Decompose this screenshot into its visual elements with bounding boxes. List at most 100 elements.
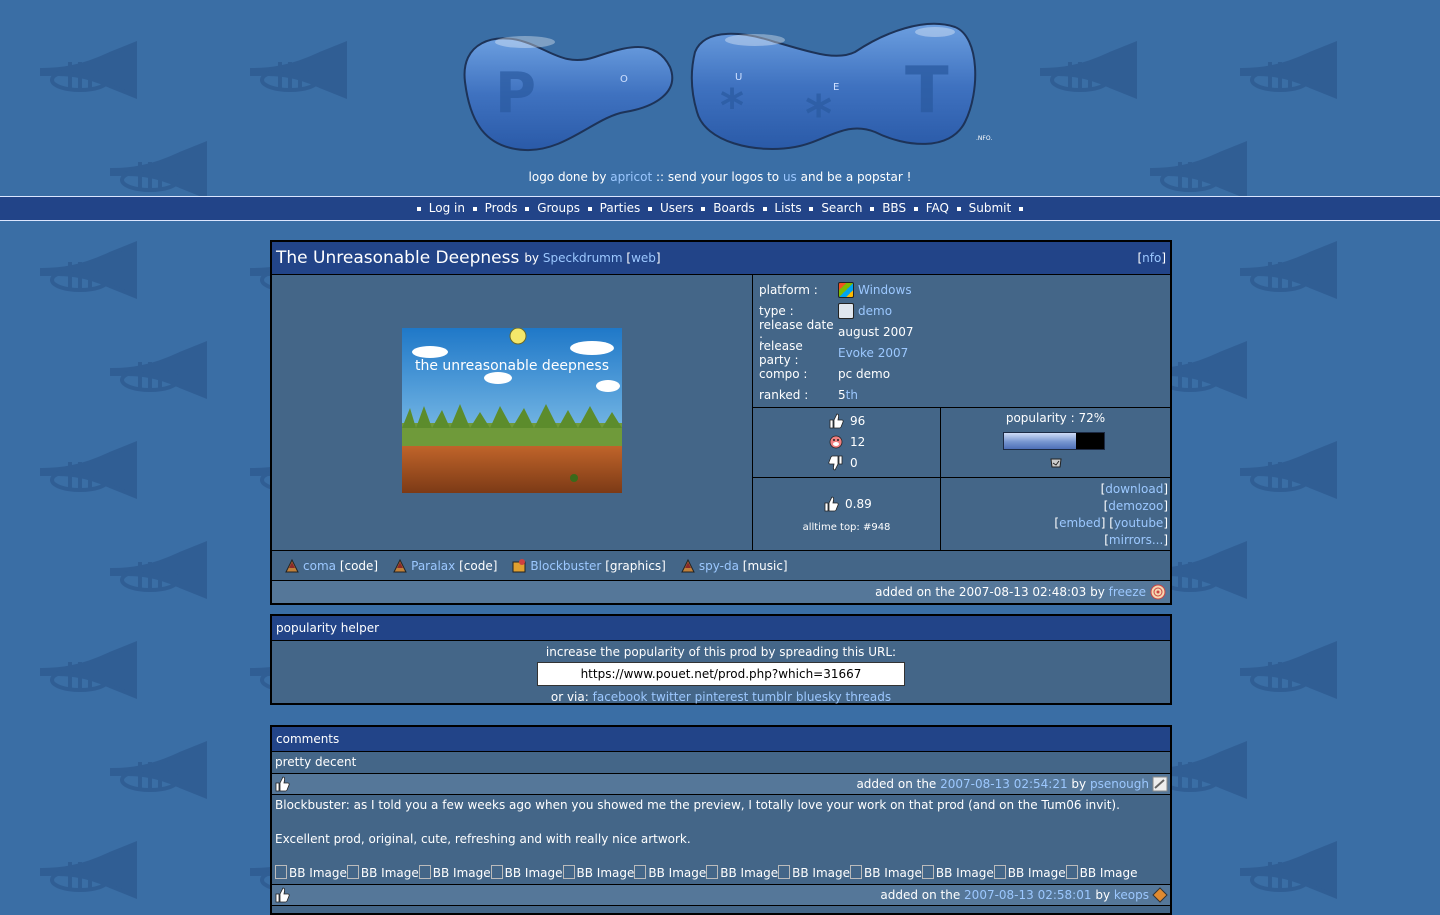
- alltime-rank: alltime top: #948: [802, 522, 891, 533]
- svg-text:O: O: [620, 74, 628, 85]
- average-value: 0.89: [845, 497, 872, 511]
- votes-cell: 96 12 0: [753, 408, 941, 478]
- release-date-value: august 2007: [838, 324, 914, 339]
- logo-caption: logo done by apricot :: send your logos …: [0, 170, 1440, 184]
- nav-login[interactable]: Log in: [429, 201, 465, 215]
- svg-text:T: T: [905, 54, 949, 128]
- prod-header: The Unreasonable Deepness by Speckdrumm …: [272, 242, 1170, 275]
- prod-info-table: platform : Windows type : demo release d…: [753, 275, 1170, 408]
- nav-bullet: [587, 206, 592, 211]
- share-bluesky-link[interactable]: bluesky: [796, 690, 842, 704]
- share-twitter-link[interactable]: twitter: [651, 690, 691, 704]
- nav-faq[interactable]: FAQ: [926, 201, 949, 215]
- prod-title: The Unreasonable Deepness: [276, 248, 520, 268]
- info-value: demo: [838, 302, 892, 319]
- rulez-count: 96: [850, 414, 866, 428]
- download-link[interactable]: download: [1105, 482, 1163, 496]
- share-url-field[interactable]: [537, 662, 905, 686]
- nfo-link[interactable]: nfo: [1142, 251, 1161, 265]
- info-label: type :: [759, 303, 794, 318]
- nav-bbs[interactable]: BBS: [882, 201, 906, 215]
- average-rating: 0.89: [823, 496, 872, 512]
- added-by-user-link[interactable]: freeze: [1109, 585, 1146, 599]
- nfo-wrapper: [nfo]: [1137, 251, 1166, 265]
- info-label: release party :: [759, 338, 803, 367]
- link-row: [download]: [1100, 482, 1168, 496]
- share-via-label: or via:: [550, 690, 589, 704]
- svg-text:.NFO.: .NFO.: [976, 135, 992, 142]
- screenshot-cell: the unreasonable deepness: [272, 275, 753, 550]
- broken-image: BB Image: [706, 865, 778, 882]
- windows-icon: [838, 281, 854, 298]
- release-party-link[interactable]: Evoke 2007: [838, 346, 908, 360]
- credit-role: [music]: [742, 558, 788, 573]
- credit-user-link[interactable]: Paralax: [411, 559, 455, 573]
- user-avatar-icon: [393, 558, 407, 572]
- popularity-cell: popularity : 72%: [941, 408, 1170, 478]
- ranked-number: 5: [838, 387, 846, 402]
- nav-bullet: [525, 206, 530, 211]
- logo-author-link[interactable]: apricot: [610, 170, 652, 184]
- broken-image: BB Image: [563, 865, 635, 882]
- comment-meta: added on the 2007-08-13 02:54:21 by psen…: [856, 776, 1168, 792]
- piggie-count: 12: [850, 435, 866, 449]
- youtube-link[interactable]: youtube: [1114, 516, 1163, 530]
- embed-link[interactable]: embed: [1059, 516, 1101, 530]
- comment-user-link[interactable]: psenough: [1090, 777, 1149, 791]
- share-facebook-link[interactable]: facebook: [593, 690, 648, 704]
- user-avatar-icon: [1150, 584, 1166, 600]
- share-pinterest-link[interactable]: pinterest: [695, 690, 749, 704]
- comment-text: [275, 814, 1167, 831]
- user-avatar-icon: [681, 558, 695, 572]
- share-threads-link[interactable]: threads: [846, 690, 892, 704]
- added-label: added on the: [856, 777, 937, 791]
- comment-date-link[interactable]: 2007-08-13 02:54:21: [940, 777, 1067, 791]
- send-logo-link[interactable]: us: [783, 170, 797, 184]
- pouet-logo[interactable]: P O U E T * * .NFO.: [455, 12, 995, 162]
- thumb-up-icon: [275, 776, 290, 792]
- nav-parties[interactable]: Parties: [600, 201, 641, 215]
- nav-groups[interactable]: Groups: [537, 201, 580, 215]
- nav-prods[interactable]: Prods: [485, 201, 518, 215]
- info-row-platform: platform : Windows: [759, 279, 1170, 300]
- credit-user-link[interactable]: coma: [303, 559, 336, 573]
- demo-icon: [838, 302, 854, 319]
- user-avatar-icon: [512, 558, 526, 572]
- thumb-up-icon: [829, 413, 844, 429]
- nav-lists[interactable]: Lists: [774, 201, 801, 215]
- prod-box: The Unreasonable Deepness by Speckdrumm …: [270, 240, 1172, 605]
- type-link[interactable]: demo: [858, 304, 892, 318]
- cdc-icon[interactable]: [1048, 455, 1064, 471]
- group-link[interactable]: Speckdrumm: [543, 251, 623, 265]
- user-avatar-icon: [285, 558, 299, 572]
- comments-title: comments: [272, 727, 1170, 752]
- nav-users[interactable]: Users: [660, 201, 694, 215]
- nav-submit[interactable]: Submit: [969, 201, 1012, 215]
- credit-item: spy-da [music]: [680, 558, 788, 574]
- comment-meta: added on the 2007-08-13 02:58:01 by keop…: [880, 887, 1168, 903]
- link-row: [mirrors...]: [1104, 533, 1168, 547]
- svg-text:P: P: [495, 61, 536, 126]
- vote-sucks: 0: [828, 455, 858, 471]
- popularity-helper-text: increase the popularity of this prod by …: [545, 645, 897, 659]
- nav-boards[interactable]: Boards: [713, 201, 755, 215]
- demozoo-link[interactable]: demozoo: [1108, 499, 1163, 513]
- nav-bullet: [1019, 206, 1024, 211]
- credit-user-link[interactable]: spy-da: [699, 559, 739, 573]
- mirrors-link[interactable]: mirrors...: [1109, 533, 1163, 547]
- nav-bullet: [913, 206, 918, 211]
- info-value: Windows: [838, 281, 912, 298]
- credit-user-link[interactable]: Blockbuster: [530, 559, 601, 573]
- credit-item: coma [code]: [284, 558, 378, 574]
- broken-image: BB Image: [922, 865, 994, 882]
- credit-role: [code]: [459, 558, 498, 573]
- compo-value: pc demo: [838, 366, 891, 381]
- nav-bullet: [701, 206, 706, 211]
- share-tumblr-link[interactable]: tumblr: [752, 690, 792, 704]
- prod-screenshot[interactable]: the unreasonable deepness: [402, 328, 622, 493]
- nav-search[interactable]: Search: [821, 201, 862, 215]
- info-label: ranked :: [759, 387, 809, 402]
- platform-link[interactable]: Windows: [858, 283, 912, 297]
- group-web-link[interactable]: web: [631, 251, 656, 265]
- svg-text:*: *: [805, 85, 832, 145]
